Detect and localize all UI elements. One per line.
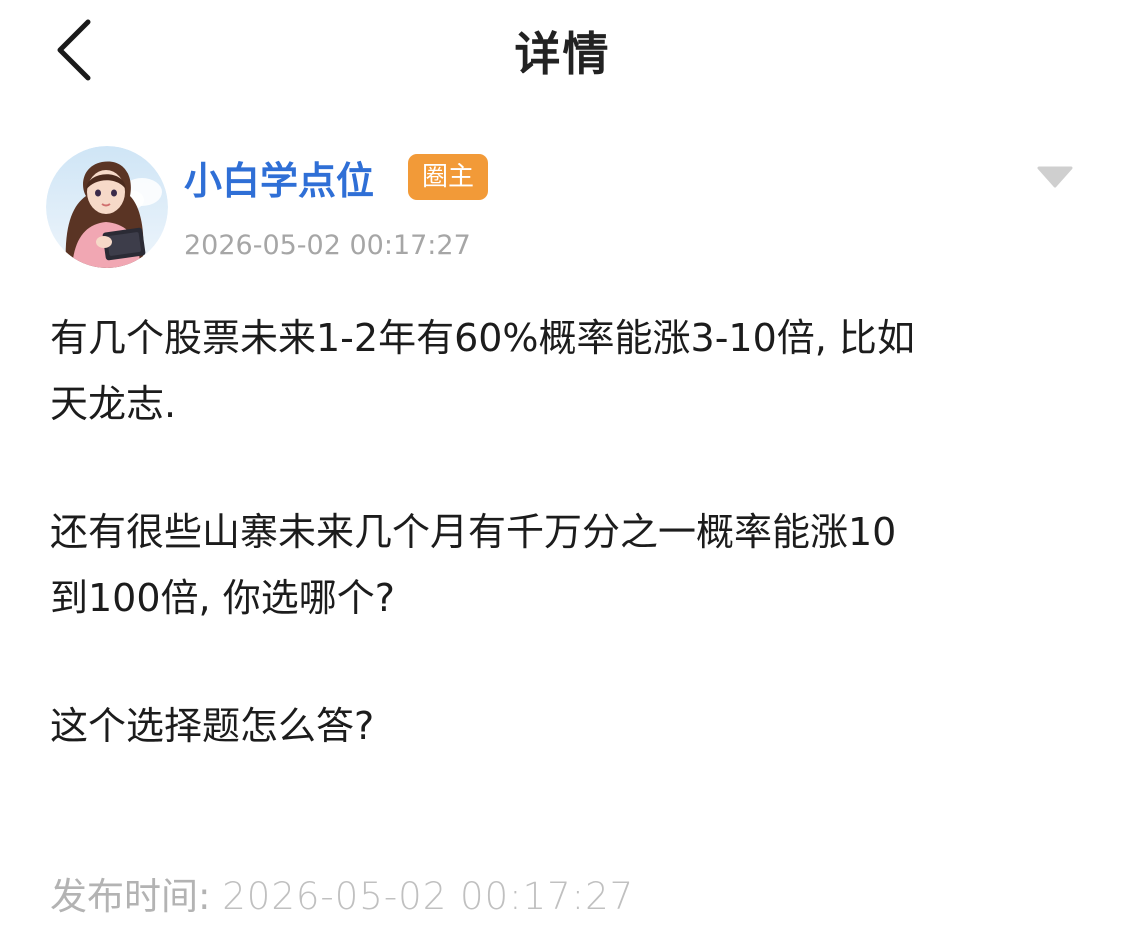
- publish-time-row: 发布时间: 2026-05-02 00:17:27: [50, 866, 634, 920]
- avatar-image: [46, 146, 168, 268]
- publish-time-label: 发布时间:: [50, 875, 211, 918]
- publish-time-value: 2026-05-02 00:17:27: [222, 875, 635, 918]
- post-paragraph: 还有很些山寨未来几个月有千万分之一概率能涨10 到100倍, 你选哪个?: [50, 510, 897, 620]
- post-content: 有几个股票未来1-2年有60%概率能涨3-10倍, 比如 天龙志. 还有很些山寨…: [50, 305, 1080, 821]
- page-title: 详情: [514, 27, 611, 81]
- avatar[interactable]: [46, 146, 168, 268]
- top-nav-bar: 详情: [0, 0, 1125, 100]
- more-options-button[interactable]: [1035, 160, 1075, 194]
- author-name[interactable]: 小白学点位: [184, 150, 374, 205]
- author-row: 小白学点位 圈主 2026-05-02 00:17:27: [46, 146, 1081, 270]
- post-timestamp: 2026-05-02 00:17:27: [184, 230, 471, 261]
- post-paragraph: 有几个股票未来1-2年有60%概率能涨3-10倍, 比如 天龙志.: [50, 316, 915, 426]
- owner-badge: 圈主: [408, 154, 489, 200]
- caret-down-icon: [1037, 166, 1073, 188]
- post-paragraph: 这个选择题怎么答?: [50, 704, 375, 748]
